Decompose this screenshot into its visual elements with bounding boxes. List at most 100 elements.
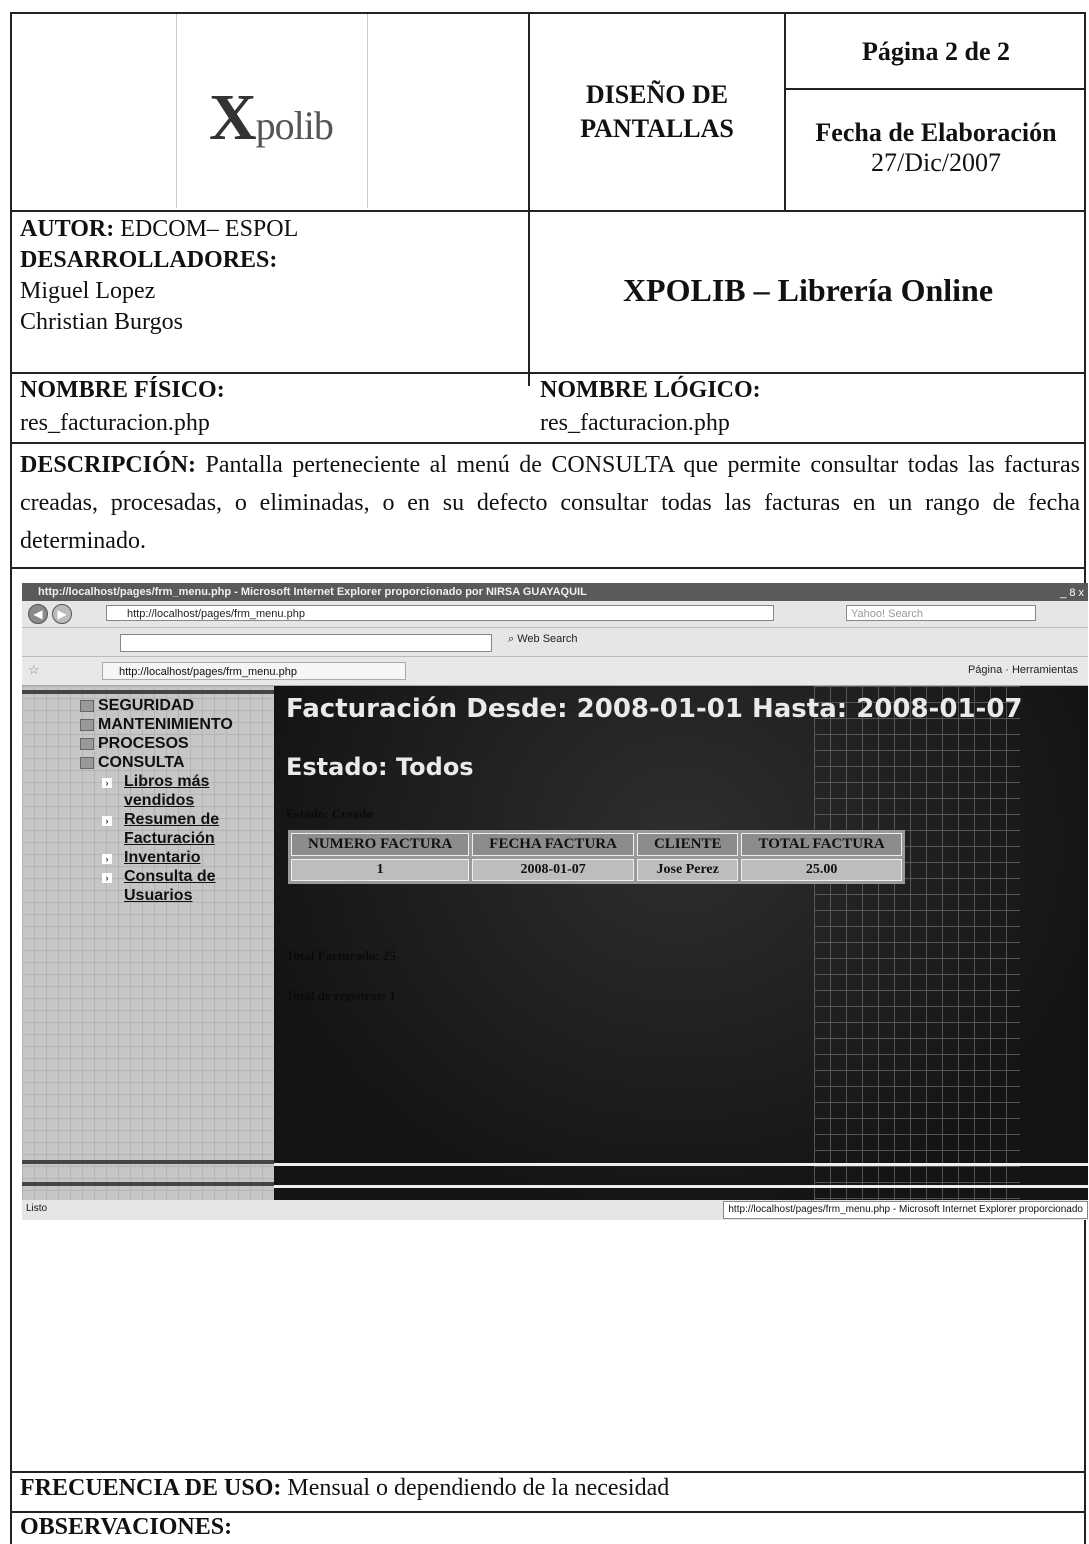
arrow-icon: › [102,816,112,826]
submenu-usuarios[interactable]: › Consulta de Usuarios [80,867,233,905]
physical-name: NOMBRE FÍSICO: res_facturacion.php [20,374,225,440]
report-panel: Facturación Desde: 2008-01-01 Hasta: 200… [274,686,1088,1200]
divider [12,210,1086,212]
sidebar-bar [22,690,274,694]
divider [528,14,530,386]
total-registros: Total de registros: 1 [286,988,396,1003]
doc-title: DISEÑO DE PANTALLAS [530,78,784,146]
window-titlebar: http://localhost/pages/frm_menu.php - Mi… [22,583,1088,601]
window-buttons[interactable]: _ 8 x [1060,584,1084,601]
menu-item-procesos[interactable]: PROCESOS [80,734,233,753]
divider [12,1511,1086,1513]
logical-value: res_facturacion.php [540,410,730,436]
window-title: http://localhost/pages/frm_menu.php - Mi… [38,586,587,598]
app-title: XPOLIB – Librería Online [622,272,994,308]
sidebar: SEGURIDAD MANTENIMIENTO PROCESOS CONSULT… [22,686,274,1200]
menu-label: MANTENIMIENTO [98,716,233,733]
back-icon[interactable]: ◀ [28,604,48,624]
invoice-table: NUMERO FACTURA FECHA FACTURA CLIENTE TOT… [288,830,905,884]
logical-label: NOMBRE LÓGICO: [540,377,761,403]
observations-label: OBSERVACIONES: [20,1514,233,1540]
forward-icon[interactable]: ▶ [52,604,72,624]
status-text: Listo [26,1203,48,1214]
table-cell: 25.00 [741,859,902,881]
footer-rule [274,1185,1088,1188]
arrow-icon: › [102,873,112,883]
toolbar-input[interactable] [120,634,492,652]
grid-pattern [814,686,1020,1200]
date-block: Fecha de Elaboración 27/Dic/2007 [786,118,1086,178]
favorites-toolbar: ☆ http://localhost/pages/frm_menu.php Pá… [22,657,1088,686]
table-cell: 1 [291,859,470,881]
submenu-label: Consulta de [124,868,216,885]
folder-icon [80,700,94,712]
description-label: DESCRIPCIÓN: [20,452,197,478]
arrow-icon: › [102,854,112,864]
folder-icon [80,738,94,750]
address-bar[interactable]: http://localhost/pages/frm_menu.php [106,605,774,621]
author-label: AUTOR: [20,216,115,242]
submenu-label: Libros más [124,773,210,790]
folder-icon [80,719,94,731]
doc-title-line2: PANTALLAS [580,114,734,143]
table-row: 1 2008-01-07 Jose Perez 25.00 [291,859,902,881]
description: DESCRIPCIÓN: Pantalla perteneciente al m… [20,446,1080,560]
physical-value: res_facturacion.php [20,410,210,436]
divider [12,442,1086,444]
folder-open-icon [80,757,94,769]
status-bar: Listo http://localhost/pages/frm_menu.ph… [22,1200,1088,1220]
menu-label: SEGURIDAD [98,697,195,714]
sidebar-bar [22,1182,274,1186]
submenu-libros[interactable]: › Libros más vendidos [80,772,233,810]
doc-title-line1: DISEÑO DE [585,80,729,109]
logical-name: NOMBRE LÓGICO: res_facturacion.php [540,374,761,440]
browser-tab[interactable]: http://localhost/pages/frm_menu.php [102,662,406,680]
column-header: FECHA FACTURA [472,833,634,856]
submenu-label: Facturación [124,830,215,847]
menu-label: PROCESOS [98,735,189,752]
date-value: 27/Dic/2007 [871,148,1001,177]
column-header: NUMERO FACTURA [291,833,470,856]
footer-rule [274,1163,1088,1166]
table-header-row: NUMERO FACTURA FECHA FACTURA CLIENTE TOT… [291,833,902,856]
developer-1: Miguel Lopez [20,278,156,304]
tools-menu[interactable]: Página · Herramientas [968,664,1078,676]
divider [784,88,1086,90]
status-url: http://localhost/pages/frm_menu.php - Mi… [723,1201,1088,1219]
submenu-label: Usuarios [124,887,193,904]
divider [12,567,1086,569]
divider [12,1471,1086,1473]
yahoo-toolbar: ⌕ Web Search [22,628,1088,657]
document-form: Xpolib DISEÑO DE PANTALLAS Página 2 de 2… [10,12,1088,1544]
developers-label: DESARROLLADORES: [20,247,278,273]
star-icon[interactable]: ☆ [28,662,40,678]
page-number: Página 2 de 2 [861,37,1011,66]
table-cell: Jose Perez [636,859,739,881]
submenu-resumen[interactable]: › Resumen de Facturación [80,810,233,848]
frequency-label: FRECUENCIA DE USO: [20,1475,282,1501]
date-label: Fecha de Elaboración [815,118,1057,147]
web-search-button[interactable]: ⌕ Web Search [508,633,578,646]
web-search-label: Web Search [517,633,578,645]
state-heading: Estado: Todos [286,753,474,781]
search-input[interactable]: Yahoo! Search [846,605,1036,621]
usage-frequency: FRECUENCIA DE USO: Mensual o dependiendo… [20,1475,669,1502]
submenu-label: Inventario [124,849,201,866]
author-value: EDCOM– ESPOL [114,216,299,242]
xpolib-logo: Xpolib [176,14,368,208]
column-header: TOTAL FACTURA [741,833,902,856]
menu-item-mantenimiento[interactable]: MANTENIMIENTO [80,715,233,734]
report-heading: Facturación Desde: 2008-01-01 Hasta: 200… [286,694,1023,724]
sidebar-bar [22,1160,274,1164]
address-toolbar: ◀ ▶ http://localhost/pages/frm_menu.php … [22,601,1088,628]
developer-2: Christian Burgos [20,309,183,335]
frequency-value: Mensual o dependiendo de la necesidad [281,1475,670,1501]
logo-text: Xpolib [209,81,334,154]
submenu-inventario[interactable]: › Inventario [80,848,233,867]
total-facturado: Total Facturado: 25 [286,948,397,963]
sidebar-menu: SEGURIDAD MANTENIMIENTO PROCESOS CONSULT… [80,696,233,905]
submenu-label: Resumen de [124,811,220,828]
menu-item-consulta[interactable]: CONSULTA [80,753,233,772]
menu-item-seguridad[interactable]: SEGURIDAD [80,696,233,715]
column-header: CLIENTE [636,833,739,856]
